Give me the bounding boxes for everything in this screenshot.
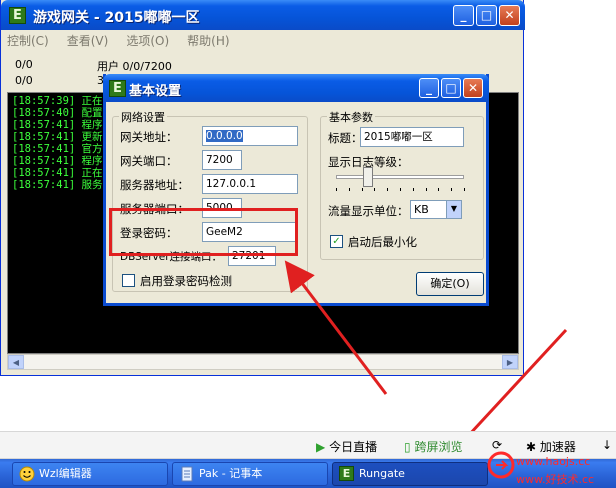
annotation-arrows [284,260,568,471]
accelerator-button[interactable]: ✱ 加速器 [526,438,576,455]
task-notepad[interactable]: Pak - 记事本 [172,462,328,486]
accelerator-label: 加速器 [539,440,576,454]
task-wzl-editor[interactable]: Wzl编辑器 [12,462,168,486]
rungate-e-icon: E [339,466,354,481]
download-icon[interactable]: ↓ [602,438,612,452]
watermark-line1: www.haojs.cc [516,455,591,468]
live-button[interactable]: ▶ 今日直播 [316,438,377,455]
live-label: 今日直播 [329,440,378,454]
cross-screen-label: 跨屏浏览 [414,440,463,454]
cross-screen-button[interactable]: ▯ 跨屏浏览 [404,438,462,455]
play-icon: ▶ [316,440,326,454]
task-rungate[interactable]: E Rungate [332,462,488,486]
watermark-logo-icon [487,451,515,479]
accelerator-icon: ✱ [526,440,537,454]
task-notepad-label: Pak - 记事本 [199,467,263,480]
task-rungate-label: Rungate [359,467,405,480]
watermark-line2: www.好技术.cc [516,473,595,486]
arrow-to-password [284,260,388,395]
phone-icon: ▯ [404,440,411,454]
notepad-icon [181,466,193,482]
task-wzl-label: Wzl编辑器 [39,467,92,480]
smiley-icon [19,466,35,482]
